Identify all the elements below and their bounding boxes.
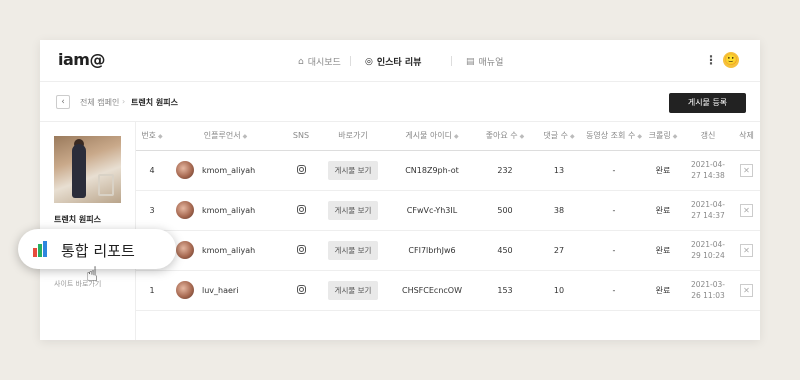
instagram-icon: ◎ bbox=[365, 56, 373, 67]
nav-divider bbox=[350, 56, 351, 66]
sub-header: ‹ 전체 캠페인 › 트렌치 원피스 게시물 등록 bbox=[40, 82, 760, 122]
video-views: - bbox=[585, 150, 643, 191]
top-navigation: iam@ ⌂ 대시보드 ◎ 인스타 리뷰 ▤ 매뉴얼 ⋮ 🙂 bbox=[40, 40, 760, 82]
instagram-icon bbox=[296, 204, 306, 214]
sort-icon: ◆ bbox=[519, 133, 525, 141]
campaign-thumbnail bbox=[54, 136, 121, 203]
sort-icon: ◆ bbox=[672, 133, 678, 141]
integrated-report-label: 통합 리포트 bbox=[61, 242, 135, 260]
updated-at: 2021-03- 26 11:03 bbox=[690, 280, 726, 300]
breadcrumb-separator: › bbox=[122, 97, 126, 106]
delete-button[interactable]: ✕ bbox=[740, 243, 753, 257]
table-row: 1 luv_haeri 게시물 보기 CHSFCEcncOW 153 10 - … bbox=[136, 270, 760, 311]
crawling-status: 완료 bbox=[643, 150, 683, 191]
nav-dashboard[interactable]: ⌂ 대시보드 bbox=[298, 55, 341, 69]
updated-at: 2021-04- 27 14:37 bbox=[690, 200, 726, 220]
post-id: CHSFCEcncOW bbox=[387, 270, 477, 311]
post-id: CFwVc-Yh3IL bbox=[387, 190, 477, 231]
column-header[interactable]: 좋아요 수 ◆ bbox=[477, 122, 533, 151]
app-window: iam@ ⌂ 대시보드 ◎ 인스타 리뷰 ▤ 매뉴얼 ⋮ 🙂 ‹ 전체 캠페인 … bbox=[40, 40, 760, 340]
comments-count: 38 bbox=[533, 190, 585, 231]
delete-button[interactable]: ✕ bbox=[740, 283, 753, 297]
influencer-name[interactable]: luv_haeri bbox=[202, 286, 238, 295]
sort-icon: ◆ bbox=[454, 133, 459, 141]
view-post-button[interactable]: 게시물 보기 bbox=[327, 280, 379, 300]
column-header[interactable]: 게시물 아이디 ◆ bbox=[387, 122, 477, 151]
nav-instagram-review[interactable]: ◎ 인스타 리뷰 bbox=[365, 55, 422, 69]
sort-icon: ◆ bbox=[242, 133, 248, 141]
logo[interactable]: iam@ bbox=[58, 50, 105, 69]
influencer-avatar bbox=[176, 201, 194, 219]
post-id: CFI7lbrhJw6 bbox=[387, 230, 477, 271]
delete-button[interactable]: ✕ bbox=[740, 163, 753, 177]
campaign-name: 트렌치 원피스 bbox=[54, 215, 101, 224]
updated-at: 2021-04- 29 10:24 bbox=[690, 240, 726, 260]
crawling-status: 완료 bbox=[643, 190, 683, 231]
nav-divider bbox=[451, 56, 452, 66]
video-views: - bbox=[585, 230, 643, 271]
bar-chart-icon bbox=[33, 241, 49, 257]
post-id: CN18Z9ph-ot bbox=[387, 150, 477, 191]
updated-at: 2021-04- 27 14:38 bbox=[690, 160, 726, 180]
delete-button[interactable]: ✕ bbox=[740, 203, 753, 217]
influencer-avatar bbox=[176, 241, 194, 259]
posts-table: 번호 ◆ 인플루언서 ◆ SNS 바로가기 게시물 아이디 ◆ 좋아요 수 ◆ 댓글 수… bbox=[136, 122, 760, 340]
instagram-icon bbox=[296, 164, 306, 174]
video-views: - bbox=[585, 190, 643, 231]
likes-count: 232 bbox=[477, 150, 533, 191]
home-icon: ⌂ bbox=[298, 56, 304, 67]
register-post-button[interactable]: 게시물 등록 bbox=[669, 93, 746, 113]
back-button[interactable]: ‹ bbox=[56, 95, 70, 109]
column-header[interactable]: 번호 ◆ bbox=[136, 122, 168, 151]
breadcrumb-all-campaigns[interactable]: 전체 캠페인 bbox=[80, 97, 119, 108]
pointer-cursor-icon: ☝ bbox=[86, 262, 99, 286]
influencer-name[interactable]: kmom_aliyah bbox=[202, 166, 255, 175]
table-row: 3 kmom_aliyah 게시물 보기 CFwVc-Yh3IL 500 38 … bbox=[136, 190, 760, 231]
crawling-status: 완료 bbox=[643, 230, 683, 271]
table-row: 4 kmom_aliyah 게시물 보기 CN18Z9ph-ot 232 13 … bbox=[136, 150, 760, 191]
sort-icon: ◆ bbox=[637, 133, 642, 141]
row-number: 1 bbox=[136, 270, 168, 311]
influencer-name[interactable]: kmom_aliyah bbox=[202, 246, 255, 255]
likes-count: 153 bbox=[477, 270, 533, 311]
column-header: 삭제 bbox=[733, 122, 760, 151]
profile-avatar[interactable]: 🙂 bbox=[723, 52, 739, 68]
comments-count: 27 bbox=[533, 230, 585, 271]
sort-icon: ◆ bbox=[158, 133, 163, 141]
column-header[interactable]: 크롤링 ◆ bbox=[643, 122, 683, 151]
column-header[interactable]: 인플루언서 ◆ bbox=[168, 122, 283, 151]
sort-icon: ◆ bbox=[570, 133, 575, 141]
column-header: 바로가기 bbox=[319, 122, 387, 151]
instagram-icon bbox=[296, 244, 306, 254]
column-header[interactable]: 동영상 조회 수 ◆ bbox=[585, 122, 643, 151]
nav-manual[interactable]: ▤ 매뉴얼 bbox=[466, 55, 504, 69]
nav-instagram-review-label: 인스타 리뷰 bbox=[376, 58, 422, 68]
influencer-avatar bbox=[176, 161, 194, 179]
row-number: 3 bbox=[136, 190, 168, 231]
view-post-button[interactable]: 게시물 보기 bbox=[327, 160, 379, 180]
crawling-status: 완료 bbox=[643, 270, 683, 311]
likes-count: 500 bbox=[477, 190, 533, 231]
table-header-row: 번호 ◆ 인플루언서 ◆ SNS 바로가기 게시물 아이디 ◆ 좋아요 수 ◆ 댓글 수… bbox=[136, 122, 760, 151]
manual-icon: ▤ bbox=[466, 56, 475, 67]
breadcrumb-current: 트렌치 원피스 bbox=[131, 98, 178, 107]
column-header[interactable]: 댓글 수 ◆ bbox=[533, 122, 585, 151]
more-menu-icon[interactable]: ⋮ bbox=[705, 53, 717, 67]
influencer-name[interactable]: kmom_aliyah bbox=[202, 206, 255, 215]
comments-count: 13 bbox=[533, 150, 585, 191]
column-header: 갱신 bbox=[683, 122, 733, 151]
view-post-button[interactable]: 게시물 보기 bbox=[327, 200, 379, 220]
influencer-avatar bbox=[176, 281, 194, 299]
nav-dashboard-label: 대시보드 bbox=[307, 58, 341, 68]
video-views: - bbox=[585, 270, 643, 311]
row-number: 4 bbox=[136, 150, 168, 191]
nav-manual-label: 매뉴얼 bbox=[478, 58, 504, 68]
instagram-icon bbox=[296, 284, 306, 294]
likes-count: 450 bbox=[477, 230, 533, 271]
table-row: 2 kmom_aliyah 게시물 보기 CFI7lbrhJw6 450 27 … bbox=[136, 230, 760, 271]
view-post-button[interactable]: 게시물 보기 bbox=[327, 240, 379, 260]
column-header: SNS bbox=[283, 122, 319, 151]
comments-count: 10 bbox=[533, 270, 585, 311]
